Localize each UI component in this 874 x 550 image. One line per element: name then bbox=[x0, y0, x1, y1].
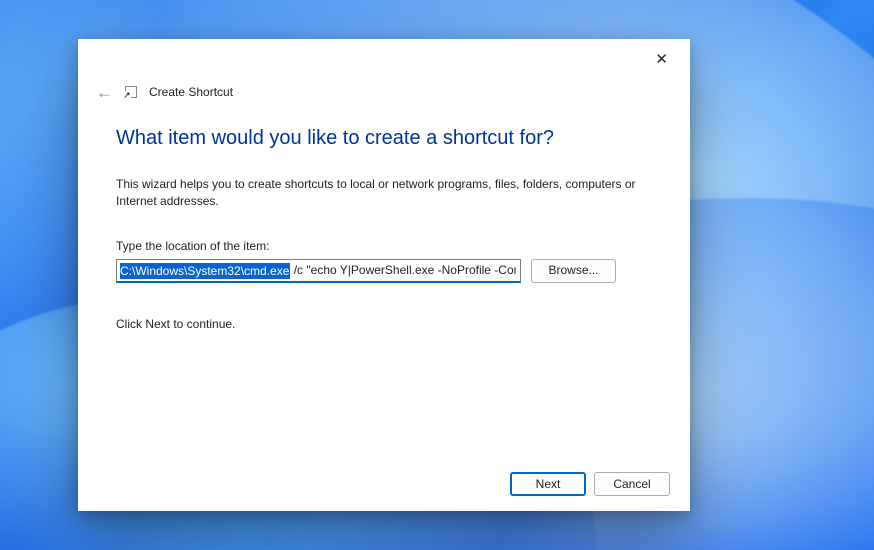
close-icon[interactable]: ✕ bbox=[647, 46, 676, 72]
location-input[interactable] bbox=[116, 259, 521, 283]
continue-hint: Click Next to continue. bbox=[116, 317, 652, 331]
location-field-label: Type the location of the item: bbox=[116, 239, 652, 253]
create-shortcut-wizard: ✕ ← Create Shortcut What item would you … bbox=[78, 39, 690, 511]
wizard-content: What item would you like to create a sho… bbox=[78, 105, 690, 457]
shortcut-file-icon bbox=[125, 86, 137, 98]
page-heading: What item would you like to create a sho… bbox=[116, 127, 652, 150]
wizard-footer: Next Cancel bbox=[78, 457, 690, 511]
cancel-button[interactable]: Cancel bbox=[594, 472, 670, 496]
breadcrumb-title: Create Shortcut bbox=[149, 85, 233, 99]
next-button[interactable]: Next bbox=[510, 472, 586, 496]
back-icon[interactable]: ← bbox=[96, 84, 113, 101]
nav-bar: ← Create Shortcut bbox=[78, 79, 690, 105]
intro-text: This wizard helps you to create shortcut… bbox=[116, 176, 646, 211]
browse-button[interactable]: Browse... bbox=[531, 259, 616, 283]
titlebar: ✕ bbox=[78, 39, 690, 79]
